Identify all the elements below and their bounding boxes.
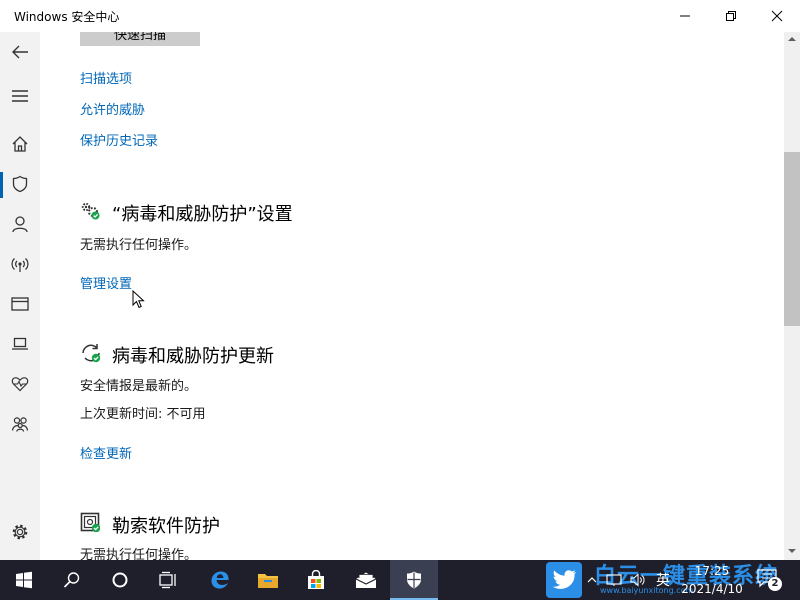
title-bar: Windows 安全中心 (0, 0, 800, 32)
menu-button[interactable] (0, 78, 40, 114)
protection-history-link[interactable]: 保护历史记录 (80, 130, 158, 149)
update-refresh-icon (80, 342, 102, 364)
heart-pulse-icon (11, 377, 29, 392)
gear-icon (12, 524, 28, 540)
ransomware-heading: 勒索软件防护 (112, 516, 220, 537)
edge-button[interactable] (196, 560, 244, 600)
vertical-scrollbar[interactable] (784, 32, 800, 560)
restore-icon (726, 11, 736, 21)
minimize-button[interactable] (662, 0, 708, 32)
clock[interactable]: 17:25 2021/4/10 (680, 562, 744, 598)
store-button[interactable] (292, 560, 340, 600)
nav-account[interactable] (0, 206, 40, 242)
start-button[interactable] (0, 560, 48, 600)
check-updates-link[interactable]: 检查更新 (80, 443, 132, 462)
chevron-up-icon (587, 577, 597, 583)
back-arrow-icon (12, 45, 28, 59)
settings-gears-icon (80, 200, 102, 222)
nav-settings[interactable] (0, 514, 40, 550)
mouse-cursor-icon (132, 290, 145, 309)
left-nav (0, 32, 40, 560)
settings-status: 无需执行任何操作。 (80, 238, 198, 253)
allowed-threats-link[interactable]: 允许的威胁 (80, 99, 145, 118)
wireless-icon (11, 258, 29, 272)
search-button[interactable] (48, 560, 96, 600)
scan-options-link[interactable]: 扫描选项 (80, 68, 132, 87)
close-icon (771, 10, 783, 22)
home-icon (12, 136, 28, 152)
mail-envelope-icon (355, 572, 377, 588)
scroll-up-arrow-icon (788, 37, 796, 41)
windows-security-taskbar-button[interactable] (390, 560, 438, 600)
nav-home[interactable] (0, 126, 40, 162)
ransomware-icon (80, 512, 102, 534)
nav-virus-protection[interactable] (0, 166, 40, 202)
main-content: 快速扫描 扫描选项 允许的威胁 保护历史记录 “病毒和威胁防护”设置 无需执行任… (40, 32, 784, 560)
watermark-bird-logo (546, 562, 582, 598)
nav-device-health[interactable] (0, 366, 40, 402)
quick-scan-button[interactable]: 快速扫描 (80, 32, 200, 46)
last-update-time: 上次更新时间: 不可用 (80, 407, 206, 422)
manage-settings-link[interactable]: 管理设置 (80, 273, 132, 292)
ime-indicator[interactable]: 英 (656, 570, 670, 590)
task-view-button[interactable] (144, 560, 192, 600)
nav-firewall[interactable] (0, 246, 40, 282)
cortana-button[interactable] (96, 560, 144, 600)
restore-button[interactable] (708, 0, 754, 32)
bird-icon (552, 570, 576, 589)
scroll-down-arrow-icon (788, 549, 796, 553)
window-title: Windows 安全中心 (14, 10, 120, 24)
back-button[interactable] (0, 34, 40, 70)
file-explorer-button[interactable] (244, 560, 292, 600)
windows-logo-icon (16, 571, 32, 589)
volume-icon (630, 573, 645, 587)
mail-button[interactable] (342, 560, 390, 600)
clock-time: 17:25 (694, 564, 730, 578)
action-center-button[interactable]: 2 (756, 568, 784, 592)
search-icon (63, 572, 80, 588)
network-icon (606, 574, 622, 586)
task-view-icon (159, 571, 176, 589)
settings-heading: “病毒和威胁防护”设置 (112, 204, 293, 225)
family-icon (11, 417, 29, 432)
cortana-circle-icon (112, 572, 128, 588)
updates-status: 安全情报是最新的。 (80, 379, 198, 394)
nav-family-options[interactable] (0, 406, 40, 442)
edge-browser-icon (211, 571, 229, 589)
person-icon (12, 216, 28, 233)
clock-date: 2021/4/10 (681, 582, 743, 596)
store-bag-icon (308, 570, 324, 589)
browser-window-icon (11, 297, 29, 311)
updates-heading: 病毒和威胁防护更新 (112, 346, 274, 367)
taskbar: 白云一键重装系统 www.baiyunxitong.com 英 17:25 20… (0, 560, 800, 600)
nav-app-browser[interactable] (0, 286, 40, 322)
scrollbar-thumb[interactable] (784, 152, 800, 326)
laptop-icon (12, 337, 28, 350)
ransomware-status: 无需执行任何操作。 (80, 548, 198, 560)
notification-count-badge: 2 (768, 577, 782, 591)
close-button[interactable] (754, 0, 800, 32)
hamburger-icon (12, 90, 28, 102)
system-tray: 英 (586, 560, 670, 600)
minimize-icon (680, 15, 690, 17)
shield-icon (12, 175, 28, 193)
nav-device-security[interactable] (0, 326, 40, 362)
folder-icon (258, 574, 278, 588)
shield-icon (407, 571, 421, 589)
